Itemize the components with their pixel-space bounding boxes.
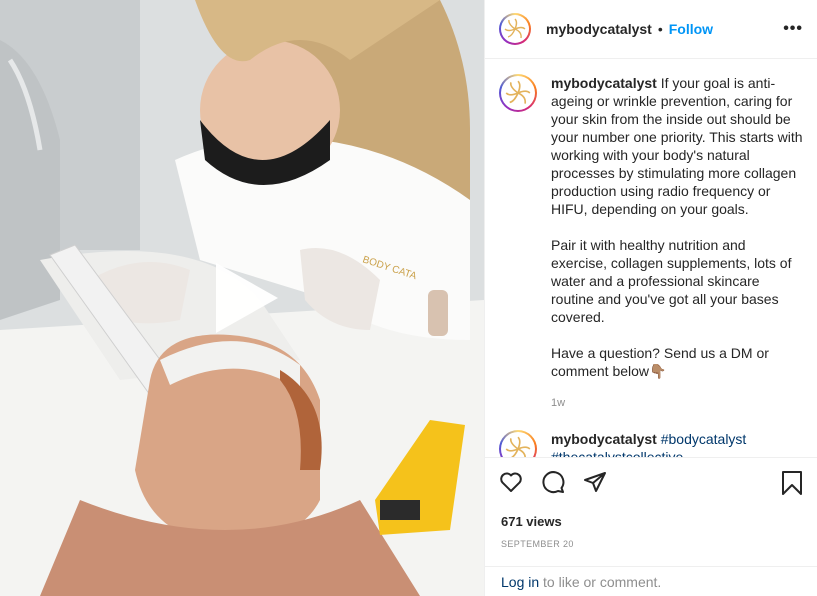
post-sidebar: mybodycatalyst • Follow ••• mybodycataly… xyxy=(484,0,817,596)
follow-button[interactable]: Follow xyxy=(669,21,713,37)
comment-username[interactable]: mybodycatalyst xyxy=(551,431,657,447)
view-count[interactable]: 671 views xyxy=(501,514,562,529)
caption-avatar[interactable] xyxy=(499,74,537,112)
caption-text-2: Pair it with healthy nutrition and exerc… xyxy=(551,237,792,325)
catalyst-logo-icon xyxy=(505,80,531,104)
bookmark-icon[interactable] xyxy=(780,470,804,496)
hashtag-link[interactable]: #bodycatalyst xyxy=(661,431,747,447)
caption-comment: mybodycatalyst If your goal is anti-agei… xyxy=(485,60,817,412)
post-date[interactable]: SEPTEMBER 20 xyxy=(501,539,574,549)
caption-body: mybodycatalyst If your goal is anti-agei… xyxy=(551,74,803,412)
heart-icon[interactable] xyxy=(499,470,525,496)
catalyst-logo-icon xyxy=(504,18,526,39)
video-player[interactable]: BODY CATA xyxy=(0,0,484,596)
comment-icon[interactable] xyxy=(541,470,567,496)
catalyst-logo-icon xyxy=(505,436,531,457)
caption-timestamp[interactable]: 1w xyxy=(551,394,803,412)
login-prompt: Log in to like or comment. xyxy=(485,566,817,596)
separator-dot: • xyxy=(657,21,663,37)
comment-body: mybodycatalyst #bodycatalyst #thecatalyst… xyxy=(551,430,803,457)
comment-avatar[interactable] xyxy=(499,430,537,457)
caption-text-1: If your goal is anti-ageing or wrinkle p… xyxy=(551,75,803,217)
hashtag-link[interactable]: #thecatalystcollective xyxy=(551,449,683,457)
action-icons xyxy=(499,470,625,496)
login-link[interactable]: Log in xyxy=(501,574,539,590)
more-options-icon[interactable]: ••• xyxy=(783,20,803,38)
share-icon[interactable] xyxy=(583,470,609,496)
login-prompt-text: to like or comment. xyxy=(539,574,662,590)
play-icon[interactable] xyxy=(206,258,286,338)
caption-text-3: Have a question? Send us a DM or comment… xyxy=(551,345,769,379)
comments-section[interactable]: mybodycatalyst If your goal is anti-agei… xyxy=(485,60,817,457)
caption-username[interactable]: mybodycatalyst xyxy=(551,75,657,91)
header-username[interactable]: mybodycatalyst xyxy=(546,21,652,37)
post-header: mybodycatalyst • Follow ••• xyxy=(485,0,817,59)
avatar[interactable] xyxy=(499,13,531,45)
post-actions: 671 views SEPTEMBER 20 Log in to like or… xyxy=(485,457,817,596)
instagram-post: BODY CATA mybodycatalyst • Follow ••• my… xyxy=(0,0,817,596)
hashtag-comment: mybodycatalyst #bodycatalyst #thecatalyst… xyxy=(485,412,817,457)
